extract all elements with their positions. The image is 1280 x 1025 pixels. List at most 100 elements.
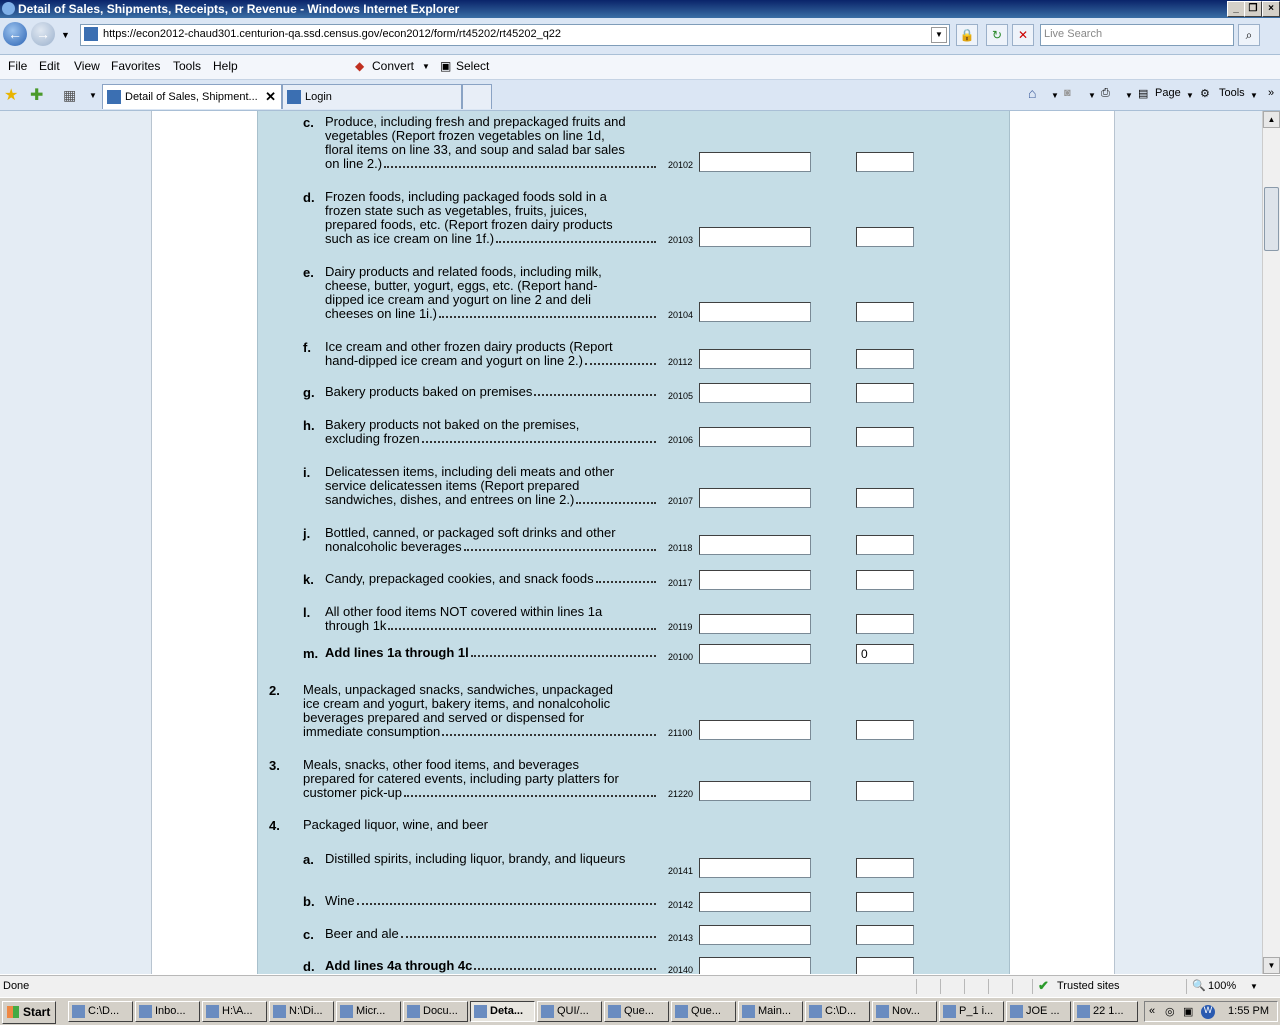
- amount-input[interactable]: [699, 488, 811, 508]
- percent-input[interactable]: [856, 302, 914, 322]
- amount-input[interactable]: [699, 957, 811, 974]
- tray-expand-icon[interactable]: «: [1149, 1005, 1155, 1017]
- menu-file[interactable]: File: [8, 59, 27, 73]
- stop-icon[interactable]: ✕: [1012, 24, 1034, 46]
- chevron-right-icon[interactable]: »: [1268, 87, 1274, 99]
- taskbar-item[interactable]: JOE ...: [1006, 1001, 1071, 1022]
- amount-input[interactable]: [699, 781, 811, 801]
- scroll-down-arrow-icon[interactable]: ▼: [1263, 957, 1280, 974]
- forward-button[interactable]: →: [31, 22, 55, 46]
- lock-icon[interactable]: 🔒: [956, 24, 978, 46]
- amount-input[interactable]: [699, 383, 811, 403]
- taskbar-item[interactable]: Deta...: [470, 1001, 535, 1022]
- taskbar-item[interactable]: Que...: [671, 1001, 736, 1022]
- amount-input[interactable]: [699, 614, 811, 634]
- close-window-button[interactable]: ×: [1262, 1, 1280, 17]
- taskbar-item[interactable]: H:\A...: [202, 1001, 267, 1022]
- amount-input[interactable]: [699, 349, 811, 369]
- tray-app-icon[interactable]: ◎: [1165, 1005, 1175, 1018]
- tab-list-dropdown-icon[interactable]: ▼: [89, 91, 97, 100]
- tools-menu-button[interactable]: Tools: [1219, 87, 1245, 99]
- taskbar-item[interactable]: Inbo...: [135, 1001, 200, 1022]
- minimize-button[interactable]: _: [1227, 1, 1245, 17]
- vertical-scrollbar[interactable]: ▲ ▼: [1262, 111, 1280, 974]
- security-zone[interactable]: Trusted sites: [1057, 980, 1120, 992]
- tab-detail-of-sales[interactable]: Detail of Sales, Shipment... ✕: [102, 84, 282, 109]
- amount-input[interactable]: [699, 892, 811, 912]
- percent-input[interactable]: [856, 720, 914, 740]
- amount-input[interactable]: [699, 858, 811, 878]
- start-button[interactable]: Start: [2, 1001, 56, 1024]
- percent-input[interactable]: [856, 858, 914, 878]
- amount-input[interactable]: [699, 925, 811, 945]
- taskbar-item[interactable]: Micr...: [336, 1001, 401, 1022]
- menu-favorites[interactable]: Favorites: [111, 59, 160, 73]
- percent-input[interactable]: [856, 535, 914, 555]
- amount-input[interactable]: [699, 152, 811, 172]
- taskbar-item[interactable]: Nov...: [872, 1001, 937, 1022]
- print-dropdown-icon[interactable]: ▼: [1125, 91, 1133, 100]
- home-dropdown-icon[interactable]: ▼: [1051, 91, 1059, 100]
- taskbar-item[interactable]: C:\D...: [68, 1001, 133, 1022]
- percent-input[interactable]: [856, 383, 914, 403]
- add-favorite-icon[interactable]: ✚: [30, 85, 43, 105]
- new-tab-button[interactable]: [462, 84, 492, 109]
- amount-input[interactable]: [699, 302, 811, 322]
- amount-input[interactable]: [699, 227, 811, 247]
- taskbar-item[interactable]: P_1 i...: [939, 1001, 1004, 1022]
- tray-network-icon[interactable]: ▣: [1183, 1005, 1193, 1018]
- tools-dropdown-icon[interactable]: ▼: [1250, 91, 1258, 100]
- select-button[interactable]: Select: [456, 59, 489, 73]
- taskbar-item[interactable]: 22 1...: [1073, 1001, 1138, 1022]
- percent-input[interactable]: [856, 427, 914, 447]
- percent-input[interactable]: [856, 349, 914, 369]
- percent-input[interactable]: [856, 570, 914, 590]
- taskbar-item[interactable]: Que...: [604, 1001, 669, 1022]
- convert-dropdown-icon[interactable]: ▼: [422, 62, 430, 71]
- convert-button[interactable]: Convert: [372, 59, 414, 73]
- close-tab-icon[interactable]: ✕: [265, 89, 276, 105]
- search-input[interactable]: Live Search: [1040, 24, 1234, 46]
- feeds-dropdown-icon[interactable]: ▼: [1088, 91, 1096, 100]
- menu-view[interactable]: View: [74, 59, 100, 73]
- search-icon[interactable]: ⌕: [1238, 24, 1260, 46]
- favorites-star-icon[interactable]: ★: [4, 85, 18, 105]
- quick-tabs-icon[interactable]: ▦: [63, 87, 76, 104]
- refresh-icon[interactable]: ↻: [986, 24, 1008, 46]
- percent-input[interactable]: [856, 614, 914, 634]
- tab-login[interactable]: Login: [282, 84, 462, 109]
- percent-input[interactable]: [856, 957, 914, 974]
- amount-input[interactable]: [699, 570, 811, 590]
- feeds-icon[interactable]: ◙: [1064, 87, 1071, 99]
- restore-button[interactable]: ❐: [1244, 1, 1262, 17]
- percent-input[interactable]: [856, 152, 914, 172]
- page-menu-button[interactable]: Page: [1155, 87, 1181, 99]
- menu-edit[interactable]: Edit: [39, 59, 60, 73]
- amount-input[interactable]: [699, 644, 811, 664]
- percent-input[interactable]: [856, 488, 914, 508]
- address-dropdown-icon[interactable]: ▼: [931, 27, 947, 43]
- taskbar-item[interactable]: Main...: [738, 1001, 803, 1022]
- zoom-dropdown-icon[interactable]: ▼: [1250, 982, 1258, 991]
- percent-input[interactable]: [856, 227, 914, 247]
- percent-input[interactable]: [856, 925, 914, 945]
- address-bar[interactable]: https://econ2012-chaud301.centurion-qa.s…: [80, 24, 950, 46]
- percent-input[interactable]: [856, 781, 914, 801]
- amount-input[interactable]: [699, 720, 811, 740]
- tray-status-icon[interactable]: W: [1201, 1005, 1215, 1019]
- taskbar-item[interactable]: QUI/...: [537, 1001, 602, 1022]
- amount-input[interactable]: [699, 535, 811, 555]
- home-icon[interactable]: ⌂: [1028, 85, 1036, 101]
- page-dropdown-icon[interactable]: ▼: [1186, 91, 1194, 100]
- percent-input[interactable]: [856, 644, 914, 664]
- back-button[interactable]: ←: [3, 22, 27, 46]
- taskbar-item[interactable]: Docu...: [403, 1001, 468, 1022]
- amount-input[interactable]: [699, 427, 811, 447]
- zoom-level[interactable]: 100%: [1208, 980, 1236, 992]
- print-icon[interactable]: ⎙: [1101, 87, 1110, 100]
- history-dropdown-icon[interactable]: ▼: [61, 30, 70, 40]
- percent-input[interactable]: [856, 892, 914, 912]
- taskbar-item[interactable]: N:\Di...: [269, 1001, 334, 1022]
- menu-tools[interactable]: Tools: [173, 59, 201, 73]
- scroll-up-arrow-icon[interactable]: ▲: [1263, 111, 1280, 128]
